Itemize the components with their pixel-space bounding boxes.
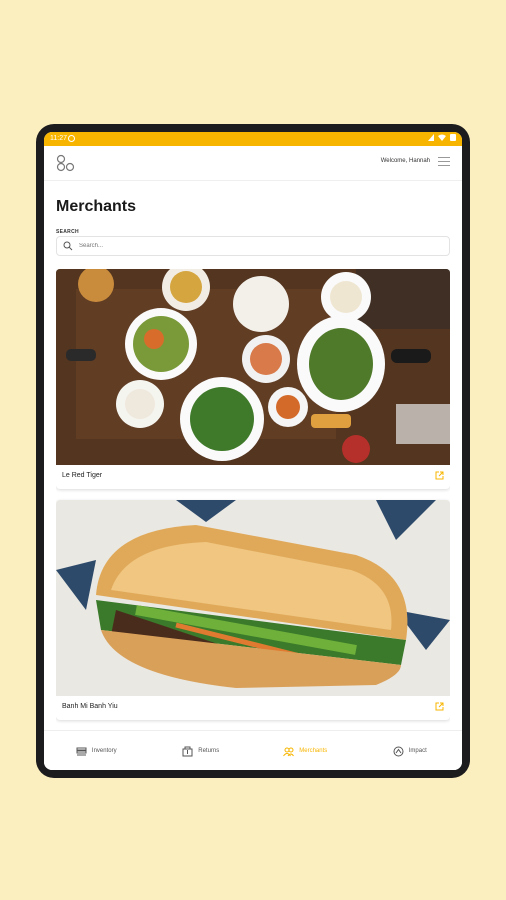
status-time: 11:27 xyxy=(50,135,67,142)
nav-label-inventory: Inventory xyxy=(91,748,117,754)
page-title: Merchants xyxy=(56,198,137,215)
external-link-icon[interactable] xyxy=(435,471,444,480)
search-label: SEARCH xyxy=(56,229,79,235)
impact-icon xyxy=(393,746,404,756)
status-icons xyxy=(428,134,456,141)
menu-icon[interactable] xyxy=(438,157,450,167)
nav-item-merchants[interactable]: Merchants xyxy=(253,731,358,770)
signal-icon xyxy=(428,134,434,141)
bottom-navigation: Inventory Returns Merchants Impact xyxy=(44,730,462,770)
merchant-name: Banh Mi Banh Yiu xyxy=(62,703,118,710)
external-link-icon[interactable] xyxy=(435,702,444,711)
merchant-card[interactable]: Banh Mi Banh Yiu xyxy=(56,500,450,720)
merchant-photo xyxy=(56,500,450,696)
returns-icon xyxy=(182,746,193,756)
merchant-photo xyxy=(56,269,450,465)
search-bar[interactable] xyxy=(56,236,450,256)
search-input[interactable] xyxy=(79,240,439,252)
merchant-list[interactable]: Le Red Tiger Banh Mi Banh Yiu xyxy=(56,269,450,727)
nav-label-returns: Returns xyxy=(198,748,220,754)
nav-item-impact[interactable]: Impact xyxy=(358,731,463,770)
search-icon xyxy=(63,241,73,251)
notification-icon xyxy=(68,135,75,142)
merchant-name: Le Red Tiger xyxy=(62,472,103,479)
merchant-card[interactable]: Le Red Tiger xyxy=(56,269,450,489)
app-screen: 11:27 Welcome, Hannah Merchants SEARCH S… xyxy=(44,132,462,770)
inventory-icon xyxy=(76,747,87,755)
nav-item-inventory[interactable]: Inventory xyxy=(44,731,149,770)
wifi-icon xyxy=(438,134,446,141)
app-header: Welcome, Hannah xyxy=(44,146,462,181)
welcome-text: Welcome, Hannah xyxy=(380,158,430,164)
battery-icon xyxy=(450,134,456,141)
tablet-frame: 11:27 Welcome, Hannah Merchants SEARCH S… xyxy=(36,124,470,778)
nav-label-impact: Impact xyxy=(408,748,427,754)
nav-item-returns[interactable]: Returns xyxy=(149,731,254,770)
merchants-icon xyxy=(283,747,295,756)
status-bar: 11:27 xyxy=(44,132,462,146)
nav-label-merchants: Merchants xyxy=(299,748,328,754)
app-logo-icon[interactable] xyxy=(56,154,76,172)
